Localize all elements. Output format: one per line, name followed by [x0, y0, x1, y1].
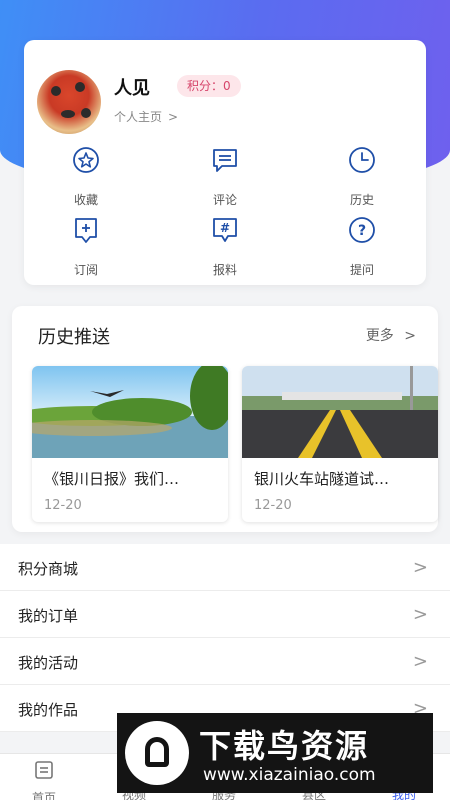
news-thumbnail	[242, 366, 438, 458]
menu-item-label: 我的作品	[18, 701, 79, 719]
chevron-right-icon: >	[168, 110, 179, 124]
quick-action-subscriptions[interactable]: 订阅	[41, 215, 131, 278]
news-title: 银川火车站隧道试…	[254, 470, 390, 488]
quick-action-comments[interactable]: 评论	[180, 145, 270, 208]
quick-action-label: 评论	[212, 193, 237, 207]
home-icon	[35, 761, 53, 779]
menu-item-label: 我的订单	[18, 607, 79, 625]
more-label: 更多	[365, 328, 394, 344]
menu-list: 积分商城 > 我的订单 > 我的活动 > 我的作品 >	[0, 544, 450, 732]
tab-label: 首页	[31, 791, 56, 800]
comment-icon	[213, 149, 237, 172]
quick-action-label: 历史	[349, 193, 374, 207]
avatar[interactable]	[37, 70, 101, 134]
quick-action-label: 订阅	[73, 263, 98, 277]
menu-item-my-orders[interactable]: 我的订单 >	[0, 591, 450, 638]
news-card[interactable]: 银川火车站隧道试… 12-20	[242, 366, 438, 522]
quick-action-ask[interactable]: ? 提问	[317, 215, 407, 278]
quick-action-favorites[interactable]: 收藏	[41, 145, 131, 208]
watermark-banner: 下载鸟资源 www.xiazainiao.com	[117, 713, 433, 793]
watermark-title: 下载鸟资源	[199, 727, 370, 765]
chevron-right-icon: >	[404, 328, 416, 344]
history-push-card: 历史推送 更多 > 《银川日报》我们… 12-20 银川火车站隧道试… 12-2…	[12, 306, 438, 532]
quick-action-label: 收藏	[73, 193, 98, 207]
more-link[interactable]: 更多 >	[366, 325, 416, 345]
menu-item-label: 我的活动	[18, 654, 79, 672]
profile-card: 人见 积分：0 个人主页 > 收藏 评论 历史 订阅 # 报料 ? 提问	[24, 40, 426, 285]
menu-item-points-mall[interactable]: 积分商城 >	[0, 544, 450, 591]
quick-action-label: 报料	[212, 263, 237, 277]
quick-action-news-tip[interactable]: # 报料	[180, 215, 270, 278]
quick-action-history[interactable]: 历史	[317, 145, 407, 208]
question-icon: ?	[349, 217, 375, 243]
menu-item-my-activities[interactable]: 我的活动 >	[0, 638, 450, 685]
section-title: 历史推送	[38, 327, 110, 348]
points-badge[interactable]: 积分：0	[177, 75, 241, 97]
menu-item-label: 积分商城	[18, 560, 79, 578]
star-icon	[73, 147, 99, 173]
news-date: 12-20	[44, 498, 82, 513]
watermark-url: www.xiazainiao.com	[203, 765, 376, 785]
news-title: 《银川日报》我们…	[44, 470, 180, 488]
chevron-right-icon: >	[412, 651, 428, 672]
news-thumbnail	[32, 366, 228, 458]
chevron-right-icon: >	[412, 557, 428, 578]
user-name: 人见	[114, 78, 150, 99]
chevron-right-icon: >	[412, 604, 428, 625]
watermark-bird-logo-icon	[125, 721, 189, 785]
news-date: 12-20	[254, 498, 292, 513]
hashtag-message-icon: #	[213, 218, 237, 242]
personal-homepage-link[interactable]: 个人主页 >	[114, 108, 178, 125]
tab-home[interactable]: 首页	[14, 760, 74, 800]
svg-text:?: ?	[358, 223, 366, 239]
personal-homepage-label: 个人主页	[114, 110, 163, 124]
svg-text:#: #	[220, 221, 230, 235]
clock-icon	[349, 147, 375, 173]
news-card[interactable]: 《银川日报》我们… 12-20	[32, 366, 228, 522]
quick-action-label: 提问	[349, 263, 374, 277]
bookmark-plus-icon	[75, 218, 97, 243]
